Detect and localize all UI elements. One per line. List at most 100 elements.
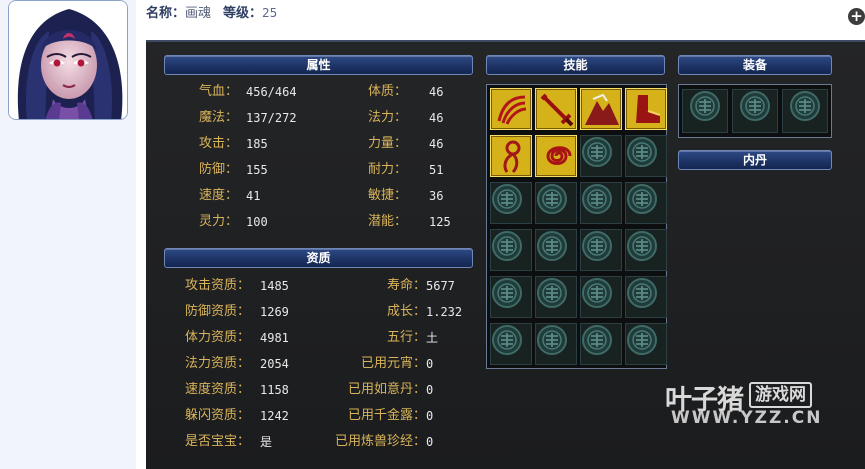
stat-value: 1269 xyxy=(260,305,289,319)
stat-value: 1485 xyxy=(260,279,289,293)
empty-slot-emblem-icon xyxy=(627,184,657,214)
stat-row: 力量： 46 xyxy=(351,136,499,152)
stat-label: 魔法： xyxy=(198,110,238,125)
empty-slot-emblem-icon xyxy=(537,184,567,214)
watermark-url: WWW.YZZ.CN xyxy=(671,408,823,428)
empty-slot-emblem-icon xyxy=(690,91,720,121)
stat-label: 力量： xyxy=(367,136,407,151)
empty-skill-slot[interactable] xyxy=(625,323,667,365)
empty-slot-emblem-icon xyxy=(582,231,612,261)
empty-slot-emblem-icon xyxy=(537,278,567,308)
empty-slot-emblem-icon xyxy=(492,231,522,261)
stat-label: 攻击资质： xyxy=(184,278,250,293)
left-column xyxy=(0,0,136,469)
level-label: 等级： xyxy=(223,6,263,21)
stat-value: 土 xyxy=(426,331,439,345)
watermark-brand-box: 游戏网 xyxy=(749,382,812,408)
stat-label: 是否宝宝： xyxy=(184,434,250,449)
empty-skill-slot[interactable] xyxy=(490,229,532,271)
skill-grid xyxy=(486,84,667,369)
skill-slot[interactable] xyxy=(490,135,532,177)
skill-slot[interactable] xyxy=(535,88,577,130)
stat-value: 是 xyxy=(260,435,273,449)
stat-label: 防御： xyxy=(198,162,238,177)
stat-row: 速度： 41 xyxy=(182,188,316,204)
empty-skill-slot[interactable] xyxy=(535,323,577,365)
empty-skill-slot[interactable] xyxy=(625,182,667,224)
skills-header: 技能 xyxy=(486,55,665,75)
stat-value: 36 xyxy=(429,189,444,203)
stat-value: 46 xyxy=(429,137,444,151)
empty-skill-slot[interactable] xyxy=(580,323,622,365)
empty-skill-slot[interactable] xyxy=(490,323,532,365)
stat-value: 2054 xyxy=(260,357,289,371)
stat-label: 已用元宵： xyxy=(360,356,426,371)
equipment-slot[interactable] xyxy=(682,89,728,133)
skill-swirl-icon xyxy=(546,146,572,165)
empty-slot-emblem-icon xyxy=(627,231,657,261)
empty-skill-slot[interactable] xyxy=(535,229,577,271)
empty-skill-slot[interactable] xyxy=(535,182,577,224)
stat-row: 灵力： 100 xyxy=(182,214,316,230)
skill-slot[interactable] xyxy=(625,88,667,130)
name-label: 名称： xyxy=(146,6,186,21)
skill-slot[interactable] xyxy=(535,135,577,177)
stat-value: 0 xyxy=(426,357,434,371)
empty-skill-slot[interactable] xyxy=(625,229,667,271)
empty-skill-slot[interactable] xyxy=(580,135,622,177)
equipment-slot[interactable] xyxy=(732,89,778,133)
stat-label: 法力资质： xyxy=(184,356,250,371)
stat-row: 耐力： 51 xyxy=(351,162,499,178)
pet-portrait-image xyxy=(9,1,127,119)
stat-label: 敏捷： xyxy=(367,188,407,203)
empty-slot-emblem-icon xyxy=(790,91,820,121)
pet-avatar[interactable] xyxy=(8,0,128,120)
empty-skill-slot[interactable] xyxy=(535,276,577,318)
empty-skill-slot[interactable] xyxy=(580,182,622,224)
equipment-slot[interactable] xyxy=(782,89,828,133)
empty-skill-slot[interactable] xyxy=(490,276,532,318)
stat-value: 51 xyxy=(429,163,444,177)
empty-slot-emblem-icon xyxy=(537,231,567,261)
skill-slot[interactable] xyxy=(490,88,532,130)
stat-value: 5677 xyxy=(426,279,455,293)
stat-row: 寿命： 5677 xyxy=(296,278,496,294)
stat-row: 成长： 1.232 xyxy=(296,304,496,320)
stat-value: 0 xyxy=(426,435,434,449)
empty-skill-slot[interactable] xyxy=(580,229,622,271)
empty-skill-slot[interactable] xyxy=(625,135,667,177)
skill-slash-icon xyxy=(497,95,527,125)
empty-slot-emblem-icon xyxy=(582,325,612,355)
skill-boot-icon xyxy=(636,95,661,123)
empty-skill-slot[interactable] xyxy=(625,276,667,318)
name-value: 画魂 xyxy=(185,6,212,21)
stat-row: 体质： 46 xyxy=(351,84,499,100)
skill-slot[interactable] xyxy=(580,88,622,130)
stat-label: 速度： xyxy=(198,188,238,203)
stat-value: 456/464 xyxy=(246,85,297,99)
equipment-header: 装备 xyxy=(678,55,832,75)
stat-value: 46 xyxy=(429,111,444,125)
stat-label: 寿命： xyxy=(386,278,426,293)
site-watermark: 叶子猪 游戏网 WWW.YZZ.CN xyxy=(665,378,825,428)
stat-value: 125 xyxy=(429,215,451,229)
stat-label: 已用炼兽珍经： xyxy=(334,434,426,449)
empty-slot-emblem-icon xyxy=(582,184,612,214)
level-value: 25 xyxy=(262,6,278,20)
stat-value: 0 xyxy=(426,383,434,397)
stat-label: 防御资质： xyxy=(184,304,250,319)
stat-value: 1.232 xyxy=(426,305,463,319)
stat-value: 100 xyxy=(246,215,268,229)
stat-label: 已用如意丹： xyxy=(347,382,426,397)
stat-label: 速度资质： xyxy=(184,382,250,397)
stat-label: 成长： xyxy=(386,304,426,319)
empty-skill-slot[interactable] xyxy=(580,276,622,318)
stat-label: 体力资质： xyxy=(184,330,250,345)
pet-info-line: 名称：画魂 等级：25 xyxy=(146,4,277,22)
stat-value: 1242 xyxy=(260,409,289,423)
expand-icon[interactable]: + xyxy=(848,8,865,25)
empty-skill-slot[interactable] xyxy=(490,182,532,224)
empty-slot-emblem-icon xyxy=(740,91,770,121)
stat-row: 气血： 456/464 xyxy=(182,84,316,100)
stat-label: 潜能： xyxy=(367,214,407,229)
